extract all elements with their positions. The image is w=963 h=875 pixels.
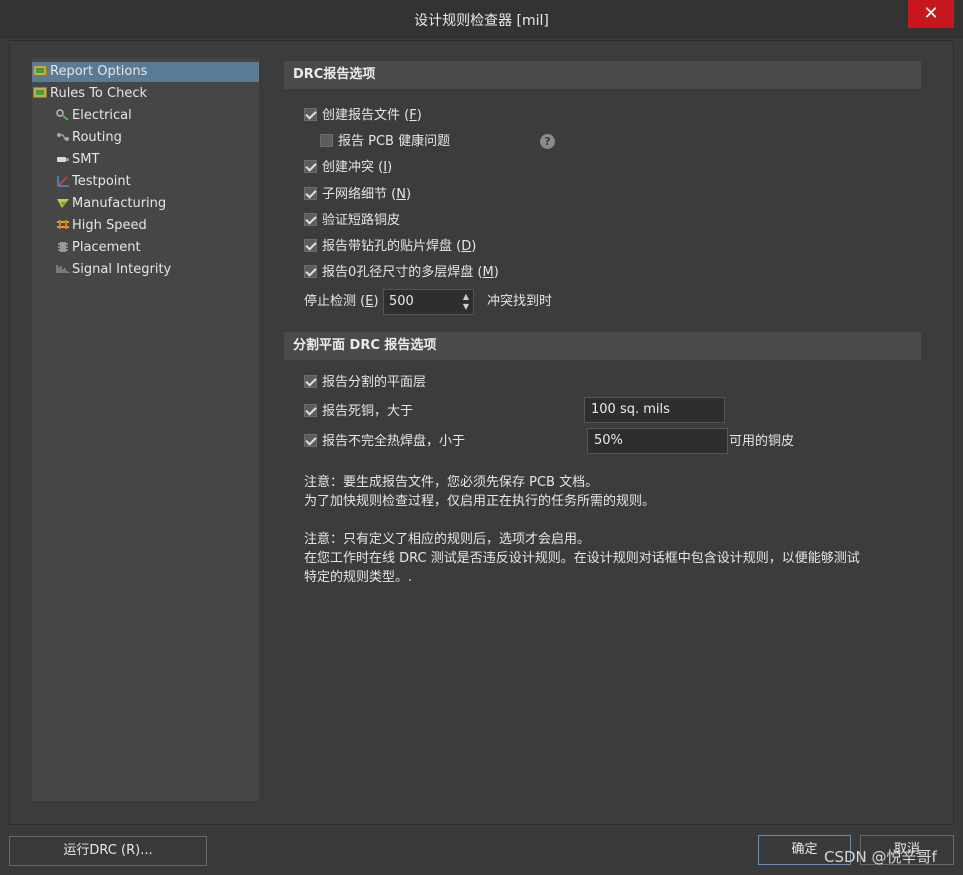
tree-item-report-options[interactable]: Report Options bbox=[32, 62, 259, 82]
placement-icon bbox=[58, 242, 68, 252]
tree-item-label: Rules To Check bbox=[50, 86, 148, 101]
note-line: 注意：要生成报告文件，您必须先保存 PCB 文档。 bbox=[304, 475, 599, 490]
tree-item-label: High Speed bbox=[72, 218, 147, 233]
subnet-details-checkbox[interactable] bbox=[304, 187, 317, 200]
zero-hole-label: 报告0孔径尺寸的多层焊盘 bbox=[322, 265, 474, 280]
report-split-checkbox[interactable] bbox=[304, 375, 317, 388]
drilled-smd-checkbox[interactable] bbox=[304, 239, 317, 252]
stop-label: 停止检测 (E) bbox=[304, 294, 379, 309]
help-icon[interactable]: ? bbox=[540, 134, 555, 149]
hotkey: N bbox=[396, 187, 406, 202]
window-title: 设计规则检查器 [mil] bbox=[414, 13, 549, 29]
stepper-arrows-icon[interactable]: ▲ ▼ bbox=[463, 292, 469, 312]
folder-icon bbox=[33, 87, 47, 98]
thermal-field[interactable]: 50% bbox=[587, 428, 728, 454]
signal-integrity-icon bbox=[56, 265, 70, 273]
create-violations-option[interactable]: 创建冲突 (I) bbox=[304, 158, 392, 178]
subnet-details-label: 子网络细节 bbox=[322, 187, 388, 202]
dead-copper-label: 报告死铜，大于 bbox=[322, 404, 414, 419]
drilled-smd-label: 报告带钻孔的贴片焊盘 bbox=[322, 239, 453, 254]
run-drc-button[interactable]: 运行DRC (R)... bbox=[9, 836, 207, 866]
thermal-label: 报告不完全热焊盘，小于 bbox=[322, 434, 466, 449]
hotkey: M bbox=[482, 265, 494, 280]
verify-shorting-label: 验证短路铜皮 bbox=[322, 213, 401, 228]
tree-item-label: Electrical bbox=[72, 108, 132, 123]
zero-hole-option[interactable]: 报告0孔径尺寸的多层焊盘 (M) bbox=[304, 263, 499, 283]
tree-item-rules-to-check[interactable]: Rules To Check bbox=[33, 84, 147, 104]
tree-item-signal-integrity[interactable]: Signal Integrity bbox=[56, 260, 171, 280]
routing-icon bbox=[57, 133, 69, 141]
close-button[interactable]: ✕ bbox=[908, 0, 954, 28]
folder-icon bbox=[33, 65, 47, 76]
tree-item-testpoint[interactable]: Testpoint bbox=[56, 172, 131, 192]
tree-item-electrical[interactable]: Electrical bbox=[56, 106, 132, 126]
tree-item-label: Placement bbox=[72, 240, 141, 255]
thermal-option[interactable]: 报告不完全热焊盘，小于 bbox=[304, 432, 465, 452]
create-violations-label: 创建冲突 bbox=[322, 160, 375, 175]
thermal-checkbox[interactable] bbox=[304, 434, 317, 447]
tree-item-routing[interactable]: Routing bbox=[56, 128, 122, 148]
drc-options-header: DRC报告选项 bbox=[284, 61, 921, 89]
note-line: 注意：只有定义了相应的规则后，选项才会启用。 bbox=[304, 532, 591, 547]
high-speed-icon bbox=[57, 220, 69, 229]
electrical-icon bbox=[56, 109, 69, 121]
stop-count-stepper[interactable]: 500 ▲ ▼ bbox=[383, 289, 474, 315]
report-split-option[interactable]: 报告分割的平面层 bbox=[304, 373, 426, 393]
tree-item-manufacturing[interactable]: Manufacturing bbox=[56, 194, 166, 214]
pcb-health-checkbox[interactable] bbox=[320, 134, 333, 147]
stop-suffix: 冲突找到时 bbox=[487, 294, 553, 309]
zero-hole-checkbox[interactable] bbox=[304, 265, 317, 278]
tree-item-label: Signal Integrity bbox=[72, 262, 172, 277]
tree-item-label: Routing bbox=[72, 130, 122, 145]
note-line: 在您工作时在线 DRC 测试是否违反设计规则。在设计规则对话框中包含设计规则，以… bbox=[304, 551, 860, 566]
tree-item-label: Testpoint bbox=[72, 174, 131, 189]
hotkey: F bbox=[409, 108, 417, 123]
note-line: 特定的规则类型。. bbox=[304, 570, 413, 585]
thermal-suffix: 可用的铜皮 bbox=[729, 434, 795, 449]
title-bar: 设计规则检查器 [mil] ✕ bbox=[0, 0, 963, 38]
manufacturing-icon bbox=[57, 199, 69, 208]
report-split-label: 报告分割的平面层 bbox=[322, 375, 427, 390]
subnet-details-option[interactable]: 子网络细节 (N) bbox=[304, 185, 411, 205]
tree-item-smt[interactable]: SMT bbox=[56, 150, 99, 170]
dead-copper-field[interactable]: 100 sq. mils bbox=[584, 397, 725, 423]
verify-shorting-option[interactable]: 验证短路铜皮 bbox=[304, 211, 400, 231]
split-plane-header: 分割平面 DRC 报告选项 bbox=[284, 332, 921, 360]
hotkey: I bbox=[383, 160, 388, 175]
pcb-health-option[interactable]: 报告 PCB 健康问题 bbox=[320, 132, 450, 152]
pcb-health-label: 报告 PCB 健康问题 bbox=[338, 134, 451, 149]
create-report-label: 创建报告文件 bbox=[322, 108, 401, 123]
create-report-checkbox[interactable] bbox=[304, 108, 317, 121]
hotkey: D bbox=[461, 239, 472, 254]
tree-item-high-speed[interactable]: High Speed bbox=[56, 216, 147, 236]
dead-copper-option[interactable]: 报告死铜，大于 bbox=[304, 402, 413, 422]
testpoint-icon bbox=[57, 176, 69, 187]
dead-copper-checkbox[interactable] bbox=[304, 404, 317, 417]
create-report-option[interactable]: 创建报告文件 (F) bbox=[304, 106, 422, 126]
tree-item-label: Report Options bbox=[50, 64, 148, 79]
smt-icon bbox=[57, 157, 69, 162]
watermark: CSDN @悦辛哥f bbox=[824, 848, 937, 866]
create-violations-checkbox[interactable] bbox=[304, 160, 317, 173]
tree-item-placement[interactable]: Placement bbox=[56, 238, 141, 258]
tree-item-label: SMT bbox=[72, 152, 100, 167]
drilled-smd-option[interactable]: 报告带钻孔的贴片焊盘 (D) bbox=[304, 237, 476, 257]
verify-shorting-checkbox[interactable] bbox=[304, 213, 317, 226]
tree-item-label: Manufacturing bbox=[72, 196, 167, 211]
note-line: 为了加快规则检查过程，仅启用正在执行的任务所需的规则。 bbox=[304, 494, 656, 509]
stop-count-value: 500 bbox=[389, 294, 414, 309]
